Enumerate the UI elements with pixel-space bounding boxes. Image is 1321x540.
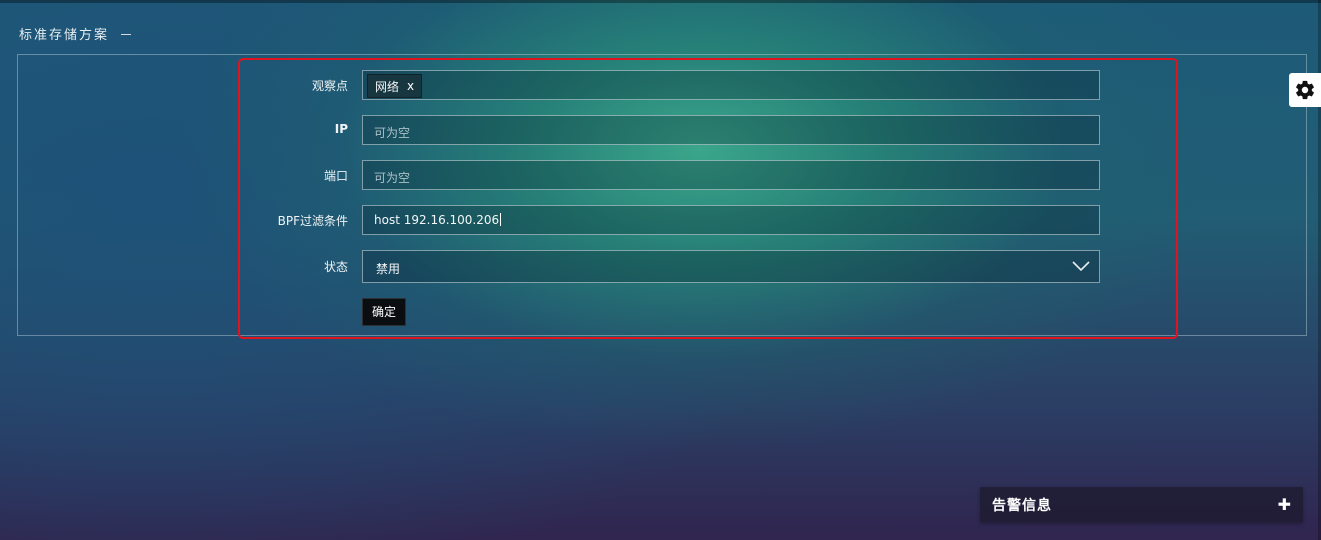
settings-button[interactable] [1289,73,1321,107]
collapse-icon[interactable] [121,33,132,35]
section-title: 标准存储方案 [19,28,110,43]
alarm-info-title: 告警信息 [992,497,1052,514]
section-header: 标准存储方案 [19,24,132,43]
gear-icon [1296,80,1314,100]
alarm-info-bar[interactable]: 告警信息 ✚ [980,487,1303,522]
highlight-annotation [238,58,1178,339]
expand-plus-icon[interactable]: ✚ [1278,495,1291,514]
top-border [0,0,1321,3]
